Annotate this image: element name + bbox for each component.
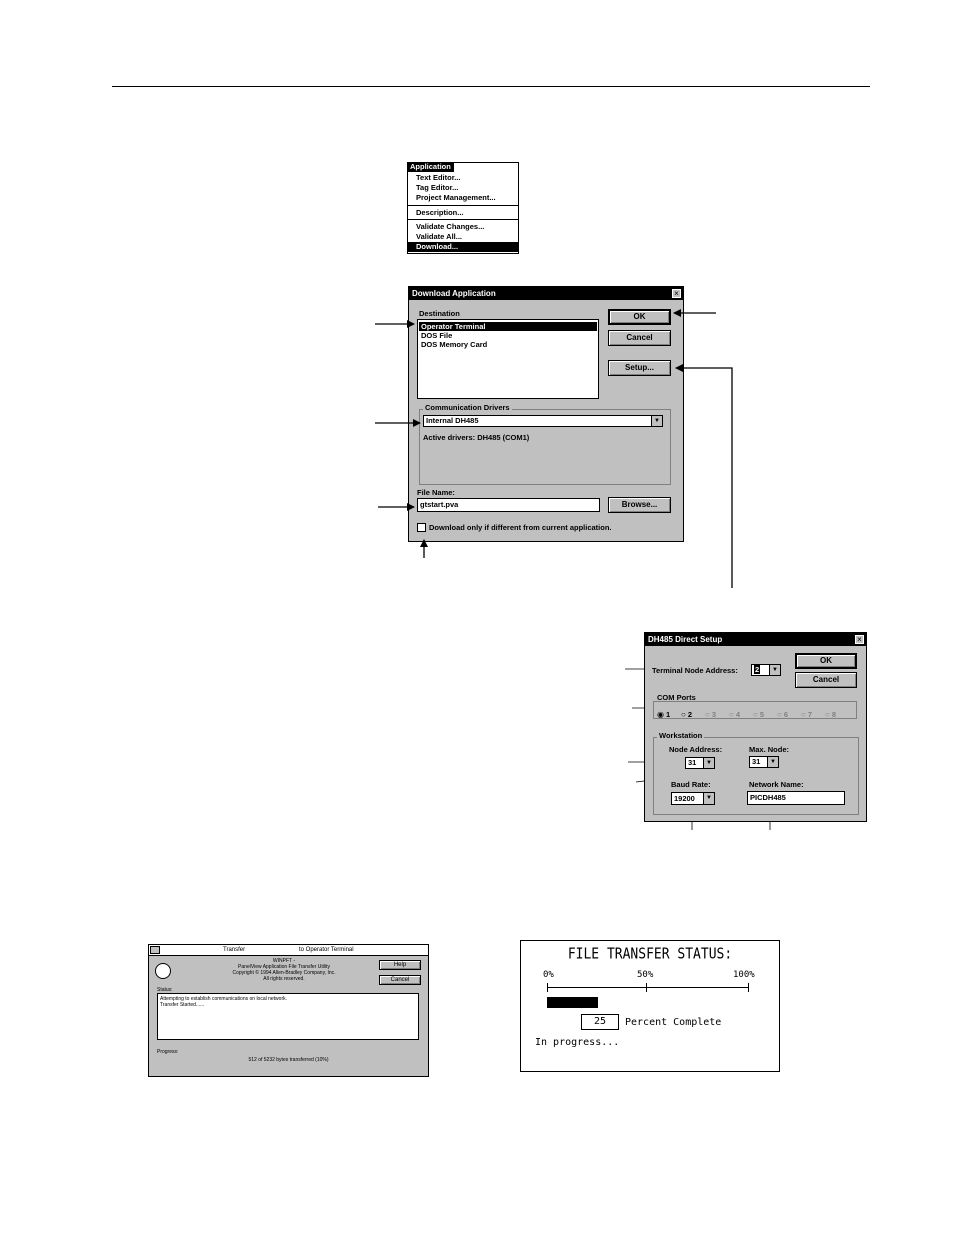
- node-address-value: 31: [688, 758, 697, 767]
- percent-label: Percent Complete: [625, 1017, 722, 1028]
- scale-tick: [547, 983, 548, 992]
- com-port-radio[interactable]: ○ 2: [681, 704, 692, 722]
- com-port-radio[interactable]: ○ 8: [825, 704, 836, 722]
- max-node-label: Max. Node:: [749, 745, 790, 754]
- transfer-titlebar: Transfer to Operator Terminal: [149, 945, 428, 956]
- scale-50: 50%: [637, 970, 654, 980]
- close-icon[interactable]: ×: [855, 635, 864, 644]
- dialog-title: DH485 Direct Setup: [645, 633, 866, 646]
- node-address-label: Node Address:: [669, 745, 723, 754]
- chevron-down-icon[interactable]: ▼: [703, 758, 714, 768]
- cancel-button[interactable]: Cancel: [795, 672, 857, 688]
- status-line: Transfer Started......: [160, 1002, 205, 1008]
- help-button[interactable]: Help: [379, 960, 421, 970]
- transfer-dialog: Transfer to Operator Terminal WINPFT - P…: [148, 944, 429, 1077]
- com-port-radio[interactable]: ○ 6: [777, 704, 788, 722]
- progress-scale-line: [547, 987, 749, 988]
- transfer-title: Transfer: [223, 947, 246, 953]
- terminal-node-label: Terminal Node Address:: [652, 666, 738, 675]
- rights-text: All rights reserved.: [263, 976, 305, 982]
- chevron-down-icon[interactable]: ▼: [769, 665, 780, 675]
- dh485-setup-dialog: DH485 Direct Setup × Terminal Node Addre…: [644, 632, 867, 822]
- terminal-node-value: 2: [754, 665, 761, 674]
- progress-text: 512 of 5232 bytes transferred (10%): [248, 1057, 329, 1063]
- com-ports-row: ◉ 1 ○ 2 ○ 3 ○ 4 ○ 5 ○ 6 ○ 7 ○ 8: [657, 704, 853, 719]
- about-text: WINPFT - PanelView Application File Tran…: [189, 958, 379, 982]
- progress-label: Progress:: [157, 1049, 179, 1055]
- com-port-radio[interactable]: ◉ 1: [657, 704, 670, 722]
- com-port-radio[interactable]: ○ 5: [753, 704, 764, 722]
- baud-rate-combobox[interactable]: 19200 ▼: [671, 792, 715, 805]
- chevron-down-icon[interactable]: ▼: [767, 757, 778, 767]
- status-title: FILE TRANSFER STATUS:: [567, 945, 733, 964]
- workstation-label: Workstation: [657, 731, 705, 740]
- progress-fill: [547, 997, 598, 1008]
- transfer-title-target: to Operator Terminal: [299, 947, 354, 953]
- status-textarea[interactable]: Attempting to establish communications o…: [157, 993, 419, 1040]
- scale-100: 100%: [733, 970, 755, 980]
- terminal-node-combobox[interactable]: 2 ▼: [751, 664, 781, 676]
- max-node-combobox[interactable]: 31 ▼: [749, 756, 779, 768]
- callout-lines: [375, 309, 771, 830]
- baud-rate-value: 19200: [674, 794, 695, 803]
- node-address-combobox[interactable]: 31 ▼: [685, 757, 715, 769]
- scale-0: 0%: [543, 970, 554, 980]
- app-logo-icon: [155, 963, 171, 979]
- chevron-down-icon[interactable]: ▼: [703, 793, 714, 804]
- network-name-label: Network Name:: [749, 780, 804, 789]
- com-port-radio[interactable]: ○ 3: [705, 704, 716, 722]
- arrow-setup: [675, 364, 733, 588]
- percent-box: 25: [581, 1014, 619, 1030]
- ok-button[interactable]: OK: [795, 653, 857, 669]
- progress-track: [547, 997, 749, 1008]
- cancel-button[interactable]: Cancel: [379, 975, 421, 985]
- scale-tick: [748, 983, 749, 992]
- scale-tick: [646, 983, 647, 992]
- file-transfer-status-screen: FILE TRANSFER STATUS: 0% 50% 100% 25 Per…: [520, 940, 780, 1072]
- network-name-input[interactable]: PICDH485: [747, 791, 845, 805]
- com-port-radio[interactable]: ○ 4: [729, 704, 740, 722]
- com-port-radio[interactable]: ○ 7: [801, 704, 812, 722]
- system-menu-icon[interactable]: [150, 946, 160, 954]
- in-progress-text: In progress...: [535, 1037, 620, 1048]
- baud-rate-label: Baud Rate:: [671, 780, 711, 789]
- max-node-value: 31: [752, 757, 761, 766]
